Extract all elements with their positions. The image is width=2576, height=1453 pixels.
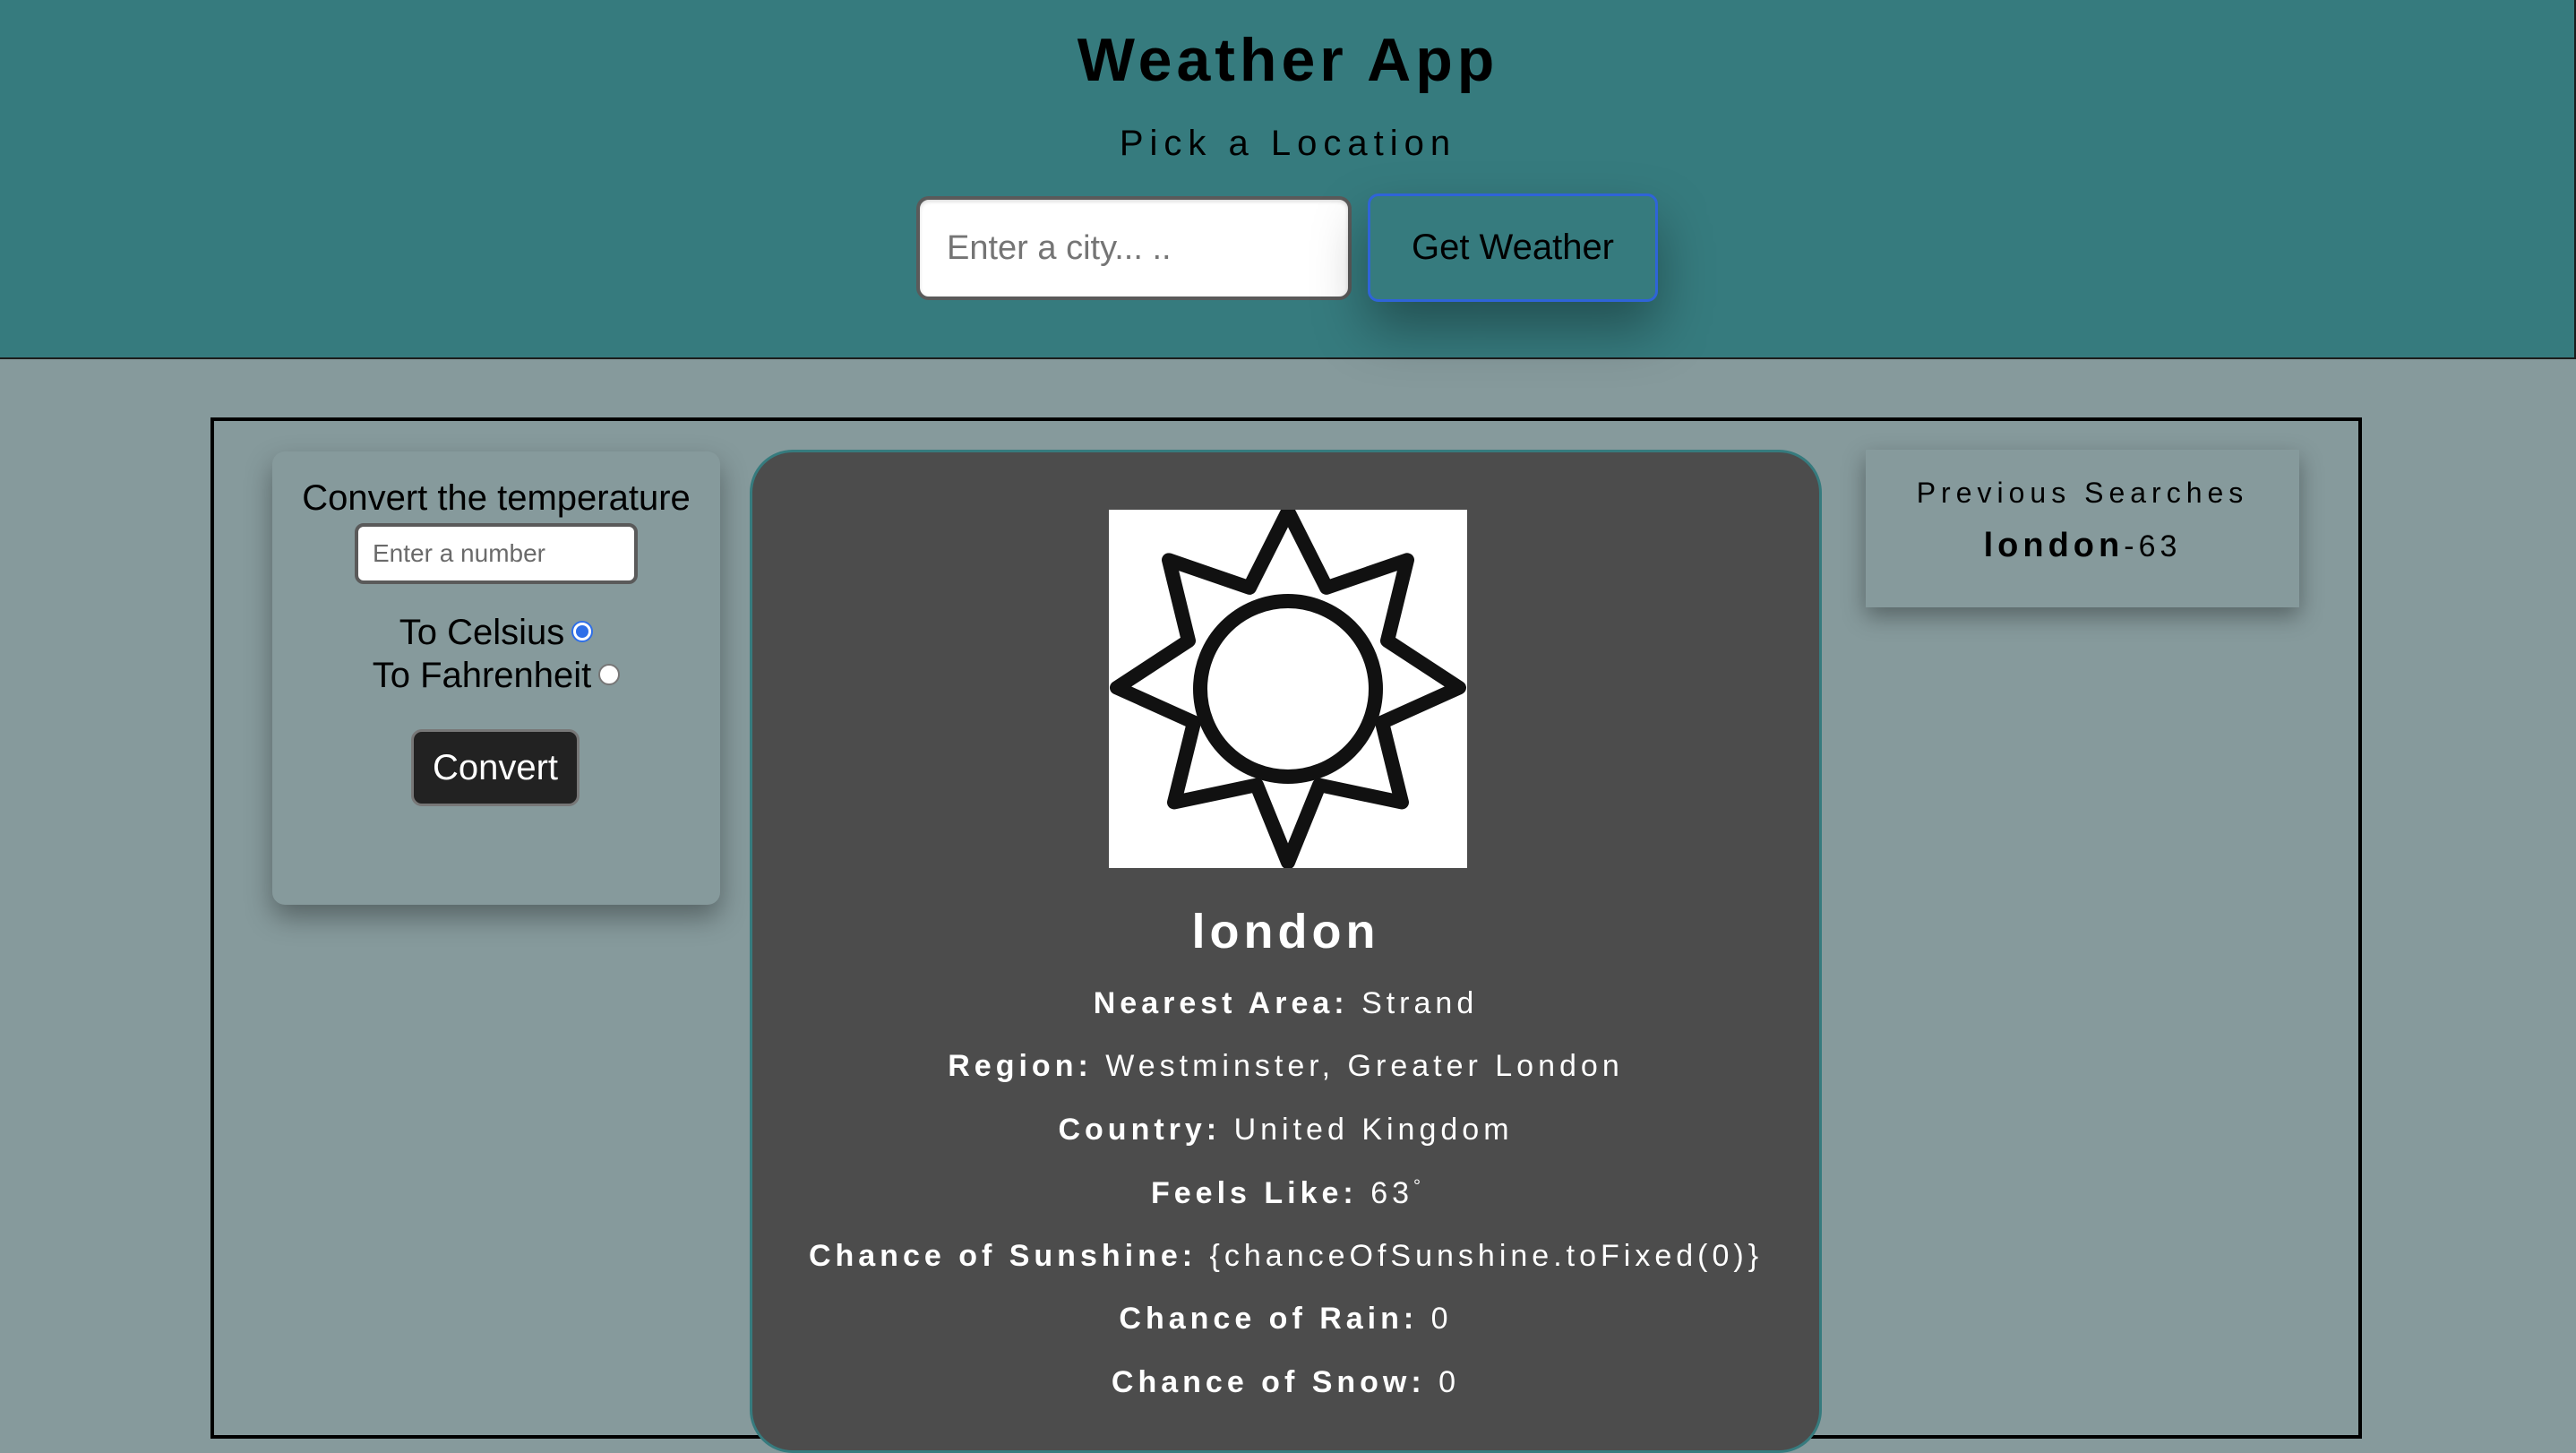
region-row: Region: Westminster, Greater London xyxy=(752,1049,1819,1084)
feels-like-value: 63 xyxy=(1370,1176,1414,1210)
feels-like-label: Feels Like: xyxy=(1150,1176,1358,1210)
location-title: london xyxy=(1191,905,1380,959)
rain-row: Chance of Rain: 0 xyxy=(752,1302,1819,1337)
snow-label: Chance of Snow: xyxy=(1111,1365,1426,1399)
converter-title: Convert the temperature xyxy=(302,478,691,518)
region-value: Westminster, Greater London xyxy=(1105,1049,1624,1083)
temperature-converter-panel: Convert the temperature To Celsius To Fa… xyxy=(272,451,720,905)
to-fahrenheit-radio[interactable] xyxy=(598,664,621,686)
previous-search-city: london xyxy=(1983,527,2125,564)
previous-search-temp: 63 xyxy=(2138,529,2182,563)
rain-value: 0 xyxy=(1430,1302,1453,1336)
degree-symbol: ° xyxy=(1413,1176,1421,1197)
to-fahrenheit-option[interactable]: To Fahrenheit xyxy=(272,656,720,696)
city-search-input[interactable] xyxy=(916,196,1352,300)
to-celsius-radio[interactable] xyxy=(571,621,594,643)
get-weather-button[interactable]: Get Weather xyxy=(1368,193,1658,302)
previous-searches-title: Previous Searches xyxy=(1916,477,2249,509)
feels-like-row: Feels Like: 63° xyxy=(752,1176,1819,1211)
nearest-area-row: Nearest Area: Strand xyxy=(752,986,1819,1021)
rain-label: Chance of Rain: xyxy=(1119,1302,1419,1336)
sunshine-value: {chanceOfSunshine.toFixed(0)} xyxy=(1209,1239,1764,1273)
nearest-area-label: Nearest Area: xyxy=(1093,986,1349,1020)
temperature-number-input[interactable] xyxy=(355,523,638,584)
previous-searches-panel: Previous Searches london-63 xyxy=(1866,450,2299,607)
to-fahrenheit-label: To Fahrenheit xyxy=(372,656,592,695)
sunshine-label: Chance of Sunshine: xyxy=(808,1239,1198,1273)
convert-button[interactable]: Convert xyxy=(411,729,580,806)
nearest-area-value: Strand xyxy=(1361,986,1479,1020)
app-subtitle: Pick a Location xyxy=(1119,124,1457,163)
app-title: Weather App xyxy=(1077,26,1499,94)
app-header: Weather App Pick a Location Get Weather xyxy=(0,0,2576,359)
country-value: United Kingdom xyxy=(1233,1113,1514,1147)
to-celsius-label: To Celsius xyxy=(399,613,565,652)
country-row: Country: United Kingdom xyxy=(752,1113,1819,1148)
previous-search-item[interactable]: london-63 xyxy=(1866,527,2299,565)
country-label: Country: xyxy=(1058,1113,1222,1147)
sun-icon xyxy=(1109,504,1467,870)
weather-card: london Nearest Area: Strand Region: West… xyxy=(750,450,1822,1453)
snow-row: Chance of Snow: 0 xyxy=(752,1365,1819,1400)
snow-value: 0 xyxy=(1438,1365,1461,1399)
region-label: Region: xyxy=(948,1049,1093,1083)
sunshine-row: Chance of Sunshine: {chanceOfSunshine.to… xyxy=(752,1239,1819,1274)
to-celsius-option[interactable]: To Celsius xyxy=(272,613,720,653)
previous-search-separator: - xyxy=(2124,529,2139,563)
